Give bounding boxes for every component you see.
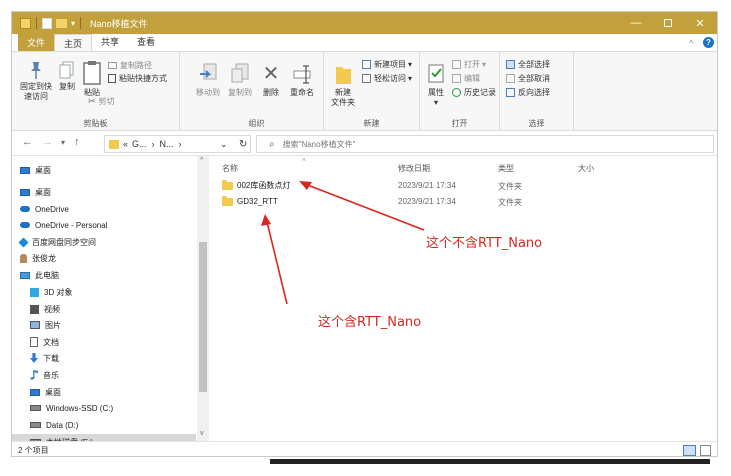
background-strip	[0, 457, 731, 476]
arrow-to-first-folder	[304, 183, 425, 231]
annotation-no-rtt-nano: 这个不含RTT_Nano	[426, 236, 543, 251]
annotation-has-rtt-nano: 这个含RTT_Nano	[318, 315, 422, 330]
large-icons-view-icon[interactable]	[700, 445, 711, 456]
status-bar: 2 个项目	[12, 441, 717, 456]
annotation-arrows	[261, 181, 425, 305]
item-count: 2 个项目	[18, 445, 49, 455]
details-view-icon[interactable]	[683, 445, 696, 456]
arrowhead-icon	[261, 214, 271, 226]
background-bar	[270, 459, 710, 464]
arrow-to-second-folder	[266, 221, 288, 305]
explorer-window: ▾ Nano移植文件 — ✕ 文件 主页 共享 查看 ^ ? 固定到快 速访问 …	[11, 11, 718, 457]
